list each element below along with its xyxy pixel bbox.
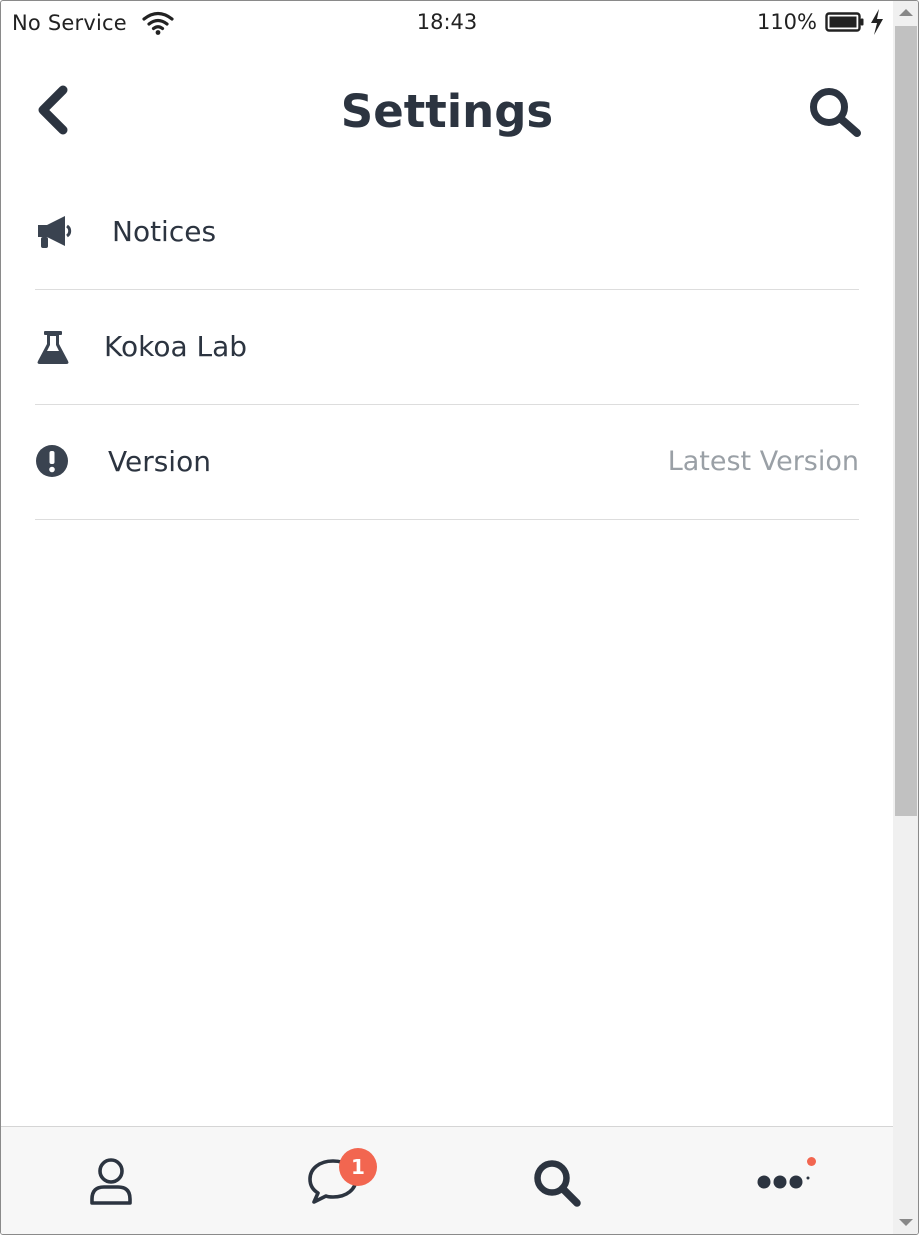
exclamation-circle-icon xyxy=(36,445,68,477)
search-icon[interactable] xyxy=(807,85,863,137)
nav-header: Settings xyxy=(1,45,893,175)
bottom-tab-bar xyxy=(1,1126,893,1234)
vertical-scrollbar[interactable] xyxy=(893,1,918,1234)
megaphone-icon xyxy=(38,216,72,248)
settings-item-version[interactable]: Version Latest Version xyxy=(35,405,859,520)
scrollbar-thumb[interactable] xyxy=(895,26,917,816)
page-title: Settings xyxy=(340,85,554,138)
tab-profile[interactable] xyxy=(57,1127,167,1234)
version-status: Latest Version xyxy=(667,446,859,477)
chat-unread-badge: 1 xyxy=(339,1148,377,1186)
more-notification-dot xyxy=(807,1157,816,1166)
app-window: No Service 18:43 110% Settings Notices K… xyxy=(0,0,919,1235)
settings-list: Notices Kokoa Lab Version Latest Version xyxy=(35,175,859,520)
scroll-down-arrow-icon[interactable] xyxy=(899,1219,913,1226)
tab-search[interactable] xyxy=(501,1127,611,1234)
user-icon xyxy=(90,1158,132,1205)
battery-percent: 110% xyxy=(756,10,817,34)
settings-item-label: Kokoa Lab xyxy=(104,330,248,363)
search-icon xyxy=(534,1160,581,1207)
settings-item-notices[interactable]: Notices xyxy=(35,175,859,290)
status-right: 110% xyxy=(757,9,885,35)
settings-item-label: Notices xyxy=(112,215,217,248)
tab-more[interactable] xyxy=(727,1127,837,1234)
flask-icon xyxy=(37,331,69,364)
settings-item-label: Version xyxy=(108,445,211,478)
more-dots-icon xyxy=(757,1175,810,1189)
charging-bolt-icon xyxy=(871,9,883,35)
settings-item-kokoa-lab[interactable]: Kokoa Lab xyxy=(35,290,859,405)
battery-icon xyxy=(825,12,864,32)
scroll-up-arrow-icon[interactable] xyxy=(899,9,913,16)
status-bar: No Service 18:43 110% xyxy=(1,1,893,45)
